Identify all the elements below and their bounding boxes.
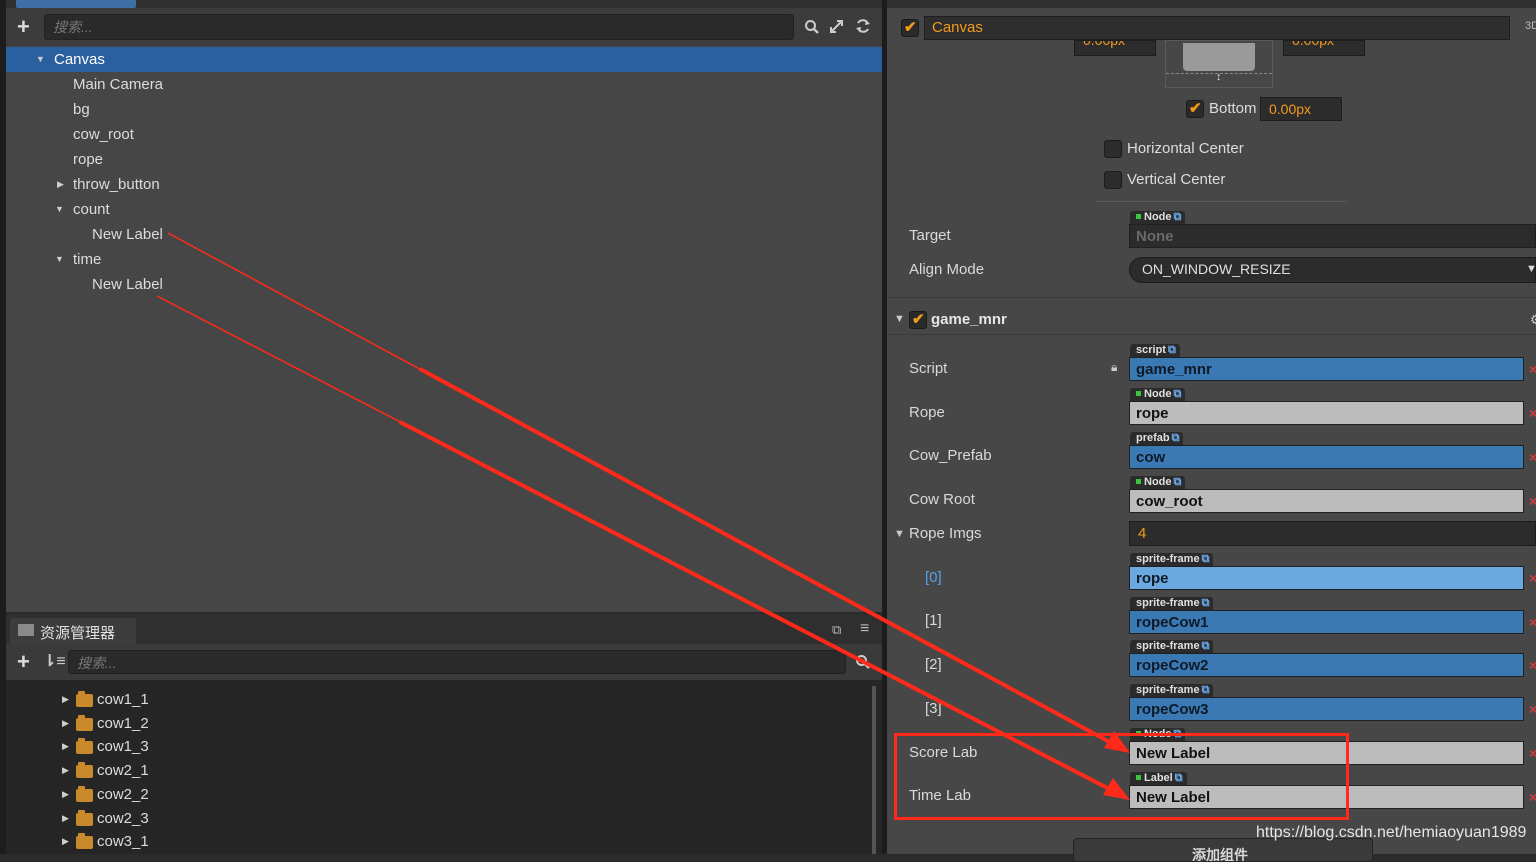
annotation-arrows	[156, 232, 1130, 800]
arrow-head	[1104, 731, 1130, 753]
arrow-line	[399, 420, 1118, 795]
arrow-line	[419, 367, 1118, 748]
arrow-head	[1103, 778, 1130, 800]
watermark-text: https://blog.csdn.net/hemiaoyuan1989	[1256, 824, 1527, 841]
